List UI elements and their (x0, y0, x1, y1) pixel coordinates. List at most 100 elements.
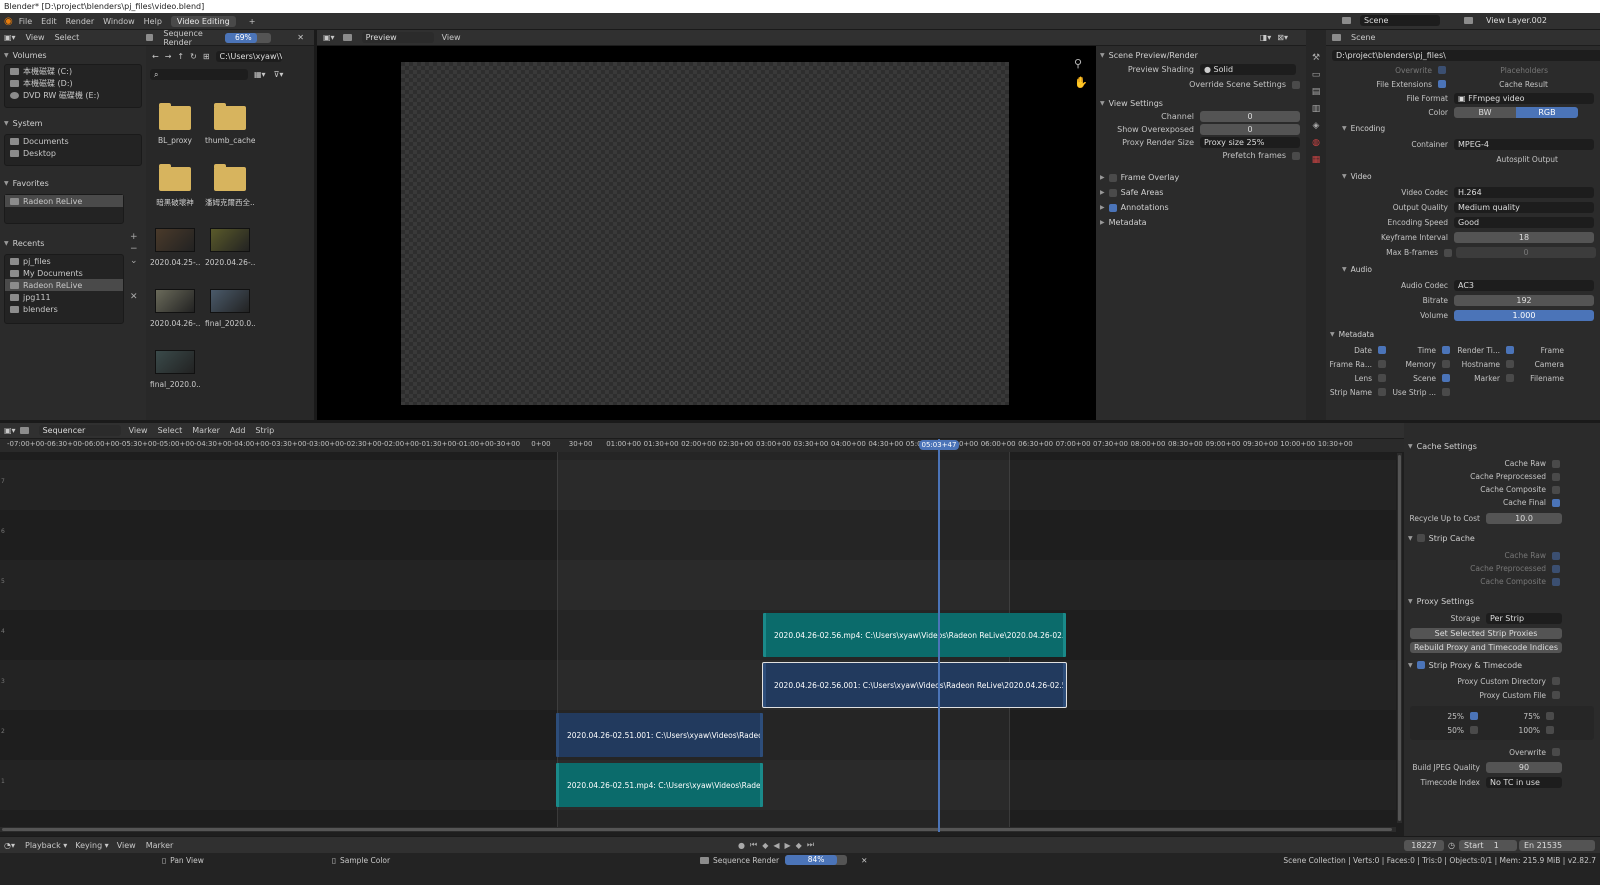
metadata-panel[interactable]: ▶ Metadata (1096, 215, 1306, 230)
proxy-settings-header[interactable]: ▼ Proxy Settings (1404, 594, 1600, 608)
display-mode-icon[interactable]: ▦▾ (254, 70, 266, 79)
file-format-dropdown[interactable]: ▣ FFmpeg video (1454, 92, 1594, 104)
encoding-speed-dropdown[interactable]: Good (1454, 217, 1594, 228)
channel-field[interactable]: 0 (1200, 111, 1300, 122)
folder-item[interactable]: 暗黑破壞神 (150, 161, 200, 208)
audio-codec-dropdown[interactable]: AC3 (1454, 280, 1594, 291)
preview-menu-view[interactable]: View (442, 33, 461, 42)
rebuild-proxy-button[interactable]: Rebuild Proxy and Timecode Indices (1410, 642, 1562, 653)
editor-type-icon[interactable]: ▣▾ (4, 33, 16, 42)
file-browser-menu-select[interactable]: Select (55, 33, 80, 42)
file-browser-menu-view[interactable]: View (26, 33, 45, 42)
frame-overlay-checkbox[interactable] (1108, 173, 1117, 182)
movie-strip-copy[interactable]: 2020.04.26-02.51.001: C:\Users\xyaw\Vide… (556, 713, 763, 757)
container-dropdown[interactable]: MPEG-4 (1454, 139, 1594, 150)
override-checkbox[interactable] (1292, 80, 1300, 89)
next-keyframe-icon[interactable]: ◆ (796, 841, 802, 850)
strip-cache-raw-checkbox[interactable] (1552, 551, 1560, 560)
recent-item[interactable]: Radeon ReLive (5, 279, 123, 291)
view-layer-selector[interactable]: View Layer.002 (1464, 15, 1591, 26)
sequencer-menu-select[interactable]: Select (158, 426, 183, 435)
favorites-menu-button[interactable]: ⌄ (130, 255, 138, 267)
sequencer-channel[interactable]: 3 (0, 660, 1396, 710)
cache-preprocessed-checkbox[interactable] (1552, 472, 1560, 481)
movie-strip-copy[interactable]: 2020.04.26-02.56.001: C:\Users\xyaw\Vide… (762, 662, 1067, 708)
keying-menu[interactable]: Keying ▾ (75, 841, 108, 850)
sequencer-menu-view[interactable]: View (129, 426, 148, 435)
metadata-checkbox[interactable] (1442, 346, 1450, 354)
horizontal-scrollbar[interactable] (0, 827, 1396, 832)
file-search-input[interactable]: ⌕ (150, 68, 248, 80)
clock-icon[interactable]: ◷ (1448, 841, 1455, 850)
remove-favorite-button[interactable]: − (130, 243, 138, 255)
strip-proxy-checkbox[interactable] (1416, 661, 1425, 669)
cache-raw-checkbox[interactable] (1552, 459, 1560, 468)
metadata-checkbox[interactable] (1442, 388, 1450, 396)
timeline-menu-view[interactable]: View (117, 841, 136, 850)
keyframe-field[interactable]: 18 (1454, 232, 1594, 243)
cache-final-checkbox[interactable] (1552, 498, 1560, 507)
filter-icon[interactable]: ⊽▾ (274, 70, 284, 79)
system-item[interactable]: Desktop (5, 147, 141, 159)
proxy-75-checkbox[interactable] (1546, 712, 1554, 720)
video-file-item[interactable]: final_2020.0... (205, 283, 255, 328)
path-field[interactable]: C:\Users\xyaw\Vi... (215, 50, 282, 62)
metadata-checkbox[interactable] (1378, 388, 1386, 396)
view-layer-tab-icon[interactable]: ▥ (1306, 101, 1326, 118)
sequencer-channel[interactable]: 6 (0, 510, 1396, 560)
preview-canvas[interactable] (401, 62, 1009, 405)
audio-panel-header[interactable]: ▼ Audio (1338, 260, 1600, 278)
movie-strip[interactable]: 2020.04.26-02.56.mp4: C:\Users\xyaw\Vide… (763, 613, 1066, 657)
recents-section-header[interactable]: ▼ Recents (0, 236, 146, 250)
sequencer-mode-dropdown[interactable]: Sequencer (38, 425, 121, 436)
preview-mode-dropdown[interactable]: Preview (361, 32, 434, 43)
strip-cache-checkbox[interactable] (1416, 534, 1425, 542)
jpeg-quality-field[interactable]: 90 (1486, 762, 1562, 773)
timeline-ruler[interactable]: -07:00+00 -06:30+00 -06:00+00 -05:30+00 -05:… (0, 439, 1404, 452)
texture-tab-icon[interactable]: ▦ (1306, 152, 1326, 169)
proxy-100-checkbox[interactable] (1546, 726, 1554, 734)
vertical-scrollbar[interactable] (1397, 453, 1402, 823)
editor-type-icon[interactable]: ▣▾ (4, 426, 16, 435)
recent-item[interactable]: My Documents (5, 267, 123, 279)
annotations-checkbox[interactable] (1108, 203, 1117, 212)
playback-menu[interactable]: Playback ▾ (25, 841, 67, 850)
blender-logo-icon[interactable]: ◉ (4, 16, 13, 27)
set-strip-proxies-button[interactable]: Set Selected Strip Proxies (1410, 628, 1562, 639)
sequencer-menu-add[interactable]: Add (230, 426, 246, 435)
folder-item[interactable]: 潘姆克爾西全... (205, 161, 255, 208)
scene-tab-icon[interactable]: ◈ (1306, 118, 1326, 135)
record-icon[interactable]: ● (738, 841, 745, 850)
volume-slider[interactable]: 1.000 (1454, 310, 1594, 321)
proxy-overwrite-checkbox[interactable] (1552, 748, 1560, 756)
proxy-render-size-dropdown[interactable]: Proxy size 25% (1200, 137, 1300, 148)
cancel-render-icon[interactable]: ✕ (861, 856, 867, 865)
metadata-checkbox[interactable] (1378, 374, 1386, 382)
recent-item[interactable]: blenders (5, 303, 123, 315)
recent-item[interactable]: pj_files (5, 255, 123, 267)
system-section-header[interactable]: ▼ System (0, 116, 146, 130)
cache-composite-checkbox[interactable] (1552, 485, 1560, 494)
overexposed-field[interactable]: 0 (1200, 124, 1300, 135)
gizmo-toggle-icon[interactable]: ⊠▾ (1277, 33, 1288, 42)
metadata-panel-header[interactable]: ▼ Metadata (1326, 325, 1600, 343)
refresh-icon[interactable]: ↻ (190, 52, 197, 61)
bframes-field[interactable]: 0 (1456, 247, 1596, 258)
output-quality-dropdown[interactable]: Medium quality (1454, 202, 1594, 213)
proxy-25-checkbox[interactable] (1470, 712, 1478, 720)
world-tab-icon[interactable]: ◍ (1306, 135, 1326, 152)
jump-start-icon[interactable]: ⏮ (750, 840, 757, 850)
add-workspace-button[interactable]: + (249, 17, 256, 26)
back-arrow-icon[interactable]: ← (152, 52, 159, 61)
encoding-panel-header[interactable]: ▼ Encoding (1338, 119, 1600, 137)
strip-proxy-header[interactable]: ▼ Strip Proxy & Timecode (1404, 658, 1600, 672)
editor-type-icon[interactable]: ▣▾ (323, 33, 335, 42)
editor-type-icon[interactable]: ◔▾ (4, 841, 15, 850)
tool-tab-icon[interactable]: ⚒ (1306, 50, 1326, 67)
metadata-checkbox[interactable] (1378, 346, 1386, 354)
current-frame-field[interactable]: 18227 (1404, 840, 1444, 851)
strip-cache-header[interactable]: ▼ Strip Cache (1404, 531, 1600, 545)
preview-shading-dropdown[interactable]: ● Solid (1200, 64, 1296, 75)
bframes-checkbox[interactable] (1444, 248, 1452, 257)
menu-render[interactable]: Render (66, 17, 94, 26)
